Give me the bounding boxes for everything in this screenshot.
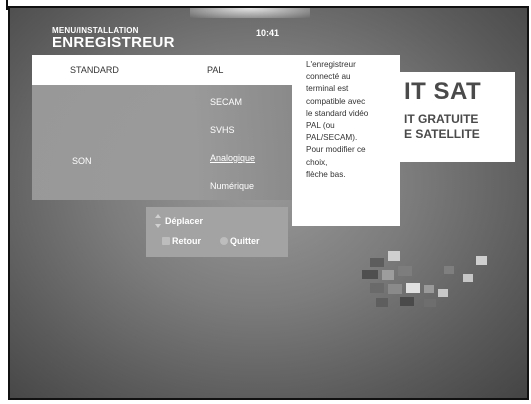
pixel-tile [463,274,473,282]
help-line: compatible avec [306,96,366,106]
key-legend-panel [146,207,288,257]
option-secam[interactable]: SECAM [210,97,242,107]
move-key-label: Déplacer [165,216,204,226]
pixel-tile [406,283,420,293]
help-line: Pour modifier ce [306,145,366,155]
quit-key-icon [220,237,228,245]
pixel-tile [438,289,448,297]
option-numerique[interactable]: Numérique [210,181,254,191]
pixel-tile [382,270,394,280]
help-line: PAL/SECAM). [306,133,358,143]
brand-line-1: IT SAT [404,78,482,105]
help-line: terminal est [306,84,349,94]
help-line: PAL (ou [306,121,335,131]
help-text: L'enregistreur connecté au terminal est … [306,59,396,181]
pixel-tile [400,297,414,306]
standard-value[interactable]: PAL [207,65,223,75]
up-down-arrow-icon [155,214,161,228]
standard-label: STANDARD [70,65,119,75]
pixel-tile [370,258,384,267]
help-line: le standard vidéo [306,108,369,118]
pixel-tile [476,256,487,265]
pixel-tile [424,285,434,293]
son-label: SON [72,156,92,166]
pixel-tile [370,283,384,293]
pixel-tile [388,284,402,294]
help-line: choix, [306,157,328,167]
brand-line-3: E SATELLITE [404,127,480,141]
page-frame: MENU/INSTALLATION ENREGISTREUR 10:41 STA… [0,0,531,404]
pixel-tile [376,298,388,307]
option-analogique[interactable]: Analogique [210,153,255,163]
pixel-tile [424,299,436,307]
brand-line-2: IT GRATUITE [404,112,479,126]
help-line: connecté au [306,72,351,82]
option-svhs[interactable]: SVHS [210,125,235,135]
back-key-icon [162,237,170,245]
screen-glow [190,8,310,18]
clock-time: 10:41 [256,28,280,38]
back-key-label[interactable]: Retour [172,236,201,246]
pixel-tile [362,270,378,279]
pixel-tile [444,266,454,274]
help-line: L'enregistreur [306,60,356,69]
pixel-tile [398,266,412,276]
help-line: flèche bas. [306,169,346,179]
quit-key-label[interactable]: Quitter [230,236,260,246]
page-title: ENREGISTREUR [52,34,175,51]
pixel-tile [388,251,400,261]
